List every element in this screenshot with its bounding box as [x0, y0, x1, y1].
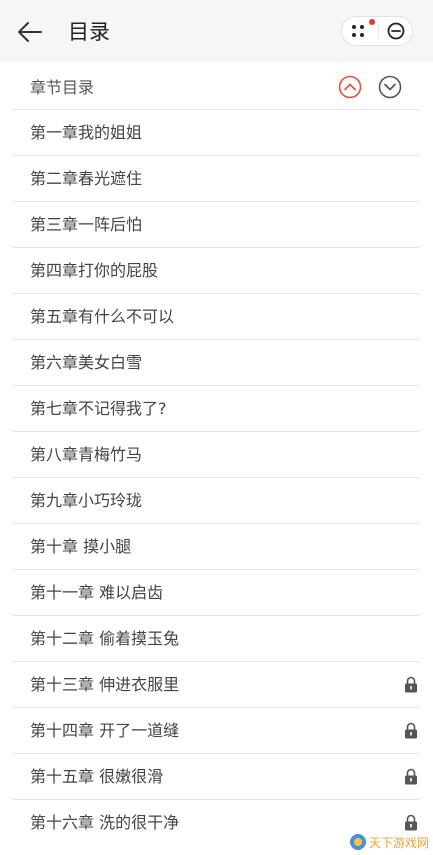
- more-dots-icon: [352, 19, 375, 37]
- chapter-list-header: 章节目录: [12, 65, 420, 110]
- chapter-title: 第一章我的姐姐: [30, 123, 143, 142]
- chapter-item[interactable]: 第五章有什么不可以: [12, 294, 420, 340]
- chapter-item[interactable]: 第十二章 偷着摸玉兔: [12, 616, 420, 662]
- mini-program-capsule: [341, 16, 413, 46]
- chapter-item[interactable]: 第二章春光遮住: [12, 156, 420, 202]
- chapter-title: 第九章小巧玲珑: [30, 491, 143, 510]
- back-button[interactable]: [12, 16, 48, 48]
- chapter-item[interactable]: 第三章一阵后怕: [12, 202, 420, 248]
- chapter-item[interactable]: 第十五章 很嫩很滑: [12, 754, 420, 800]
- lock-icon: [405, 676, 417, 693]
- chapter-title: 第十六章 洗的很干净: [30, 813, 180, 832]
- watermark-text: 天下游戏网: [369, 836, 429, 850]
- chapter-title: 第二章春光遮住: [30, 169, 143, 188]
- chapter-title: 第六章美女白雪: [30, 353, 143, 372]
- chapter-title: 第十四章 开了一道缝: [30, 721, 180, 740]
- chapter-item[interactable]: 第九章小巧玲珑: [12, 478, 420, 524]
- chapter-title: 第十章 摸小腿: [30, 537, 132, 556]
- lock-icon: [405, 768, 417, 785]
- chapter-item[interactable]: 第四章打你的屁股: [12, 248, 420, 294]
- chapter-item[interactable]: 第十章 摸小腿: [12, 524, 420, 570]
- arrow-left-icon: [18, 22, 42, 42]
- chapter-title: 第七章不记得我了?: [30, 399, 167, 418]
- circle-minus-icon: [387, 22, 405, 40]
- chapter-item[interactable]: 第一章我的姐姐: [12, 110, 420, 156]
- chapter-title: 第十二章 偷着摸玉兔: [30, 629, 180, 648]
- top-bar: 目录: [0, 0, 433, 62]
- watermark-logo: 天下游戏网: [349, 830, 433, 854]
- notification-dot: [369, 19, 375, 25]
- chapter-item[interactable]: 第八章青梅竹马: [12, 432, 420, 478]
- page-title: 目录: [68, 20, 110, 44]
- lock-icon: [405, 722, 417, 739]
- chapter-title: 第八章青梅竹马: [30, 445, 143, 464]
- chapter-item[interactable]: 第十四章 开了一道缝: [12, 708, 420, 754]
- sort-descending-button[interactable]: [378, 75, 402, 99]
- close-miniprogram-button[interactable]: [379, 17, 413, 45]
- chapter-title: 第十一章 难以启齿: [30, 583, 164, 602]
- sort-ascending-button[interactable]: [338, 75, 362, 99]
- chapter-title: 第四章打你的屁股: [30, 261, 159, 280]
- chapter-title: 第五章有什么不可以: [30, 307, 175, 326]
- chevron-up-circle-icon: [338, 75, 362, 99]
- chapter-title: 第三章一阵后怕: [30, 215, 143, 234]
- chapter-list: 第一章我的姐姐 第二章春光遮住 第三章一阵后怕 第四章打你的屁股 第五章有什么不可以 第六…: [12, 110, 420, 845]
- chapter-list-title: 章节目录: [30, 78, 95, 97]
- chapter-item[interactable]: 第十一章 难以启齿: [12, 570, 420, 616]
- chapter-title: 第十三章 伸进衣服里: [30, 675, 180, 694]
- chapter-item[interactable]: 第七章不记得我了?: [12, 386, 420, 432]
- chapter-item[interactable]: 第十三章 伸进衣服里: [12, 662, 420, 708]
- chapter-title: 第十五章 很嫩很滑: [30, 767, 164, 786]
- chevron-down-circle-icon: [378, 75, 402, 99]
- chapter-item[interactable]: 第六章美女白雪: [12, 340, 420, 386]
- more-menu-button[interactable]: [342, 17, 378, 45]
